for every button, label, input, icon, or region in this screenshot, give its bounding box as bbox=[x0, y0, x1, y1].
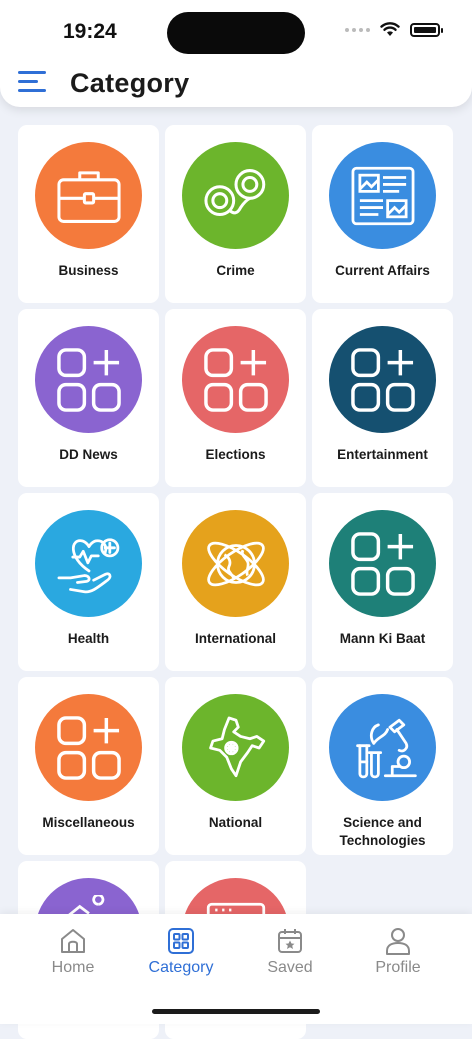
category-grid: Business Crime Current Affairs DD News E… bbox=[18, 125, 454, 1039]
bottom-navigation: Home Category Saved Profile bbox=[0, 914, 472, 1024]
category-label: Entertainment bbox=[337, 447, 428, 462]
status-icons bbox=[345, 22, 443, 37]
category-card-health[interactable]: Health bbox=[18, 493, 159, 671]
category-grid-plus-icon bbox=[203, 347, 268, 412]
heart-in-hand-icon bbox=[57, 537, 119, 593]
category-grid-plus-icon bbox=[56, 347, 121, 412]
category-circle bbox=[182, 142, 289, 249]
category-circle bbox=[182, 326, 289, 433]
category-circle bbox=[329, 694, 436, 801]
category-label: Elections bbox=[205, 447, 266, 462]
category-card-crime[interactable]: Crime bbox=[165, 125, 306, 303]
category-card-miscellaneous[interactable]: Miscellaneous bbox=[18, 677, 159, 855]
category-label: Current Affairs bbox=[335, 263, 430, 278]
wifi-icon bbox=[380, 22, 400, 36]
category-circle bbox=[35, 694, 142, 801]
page-title: Category bbox=[70, 68, 190, 98]
category-label: Crime bbox=[216, 263, 255, 278]
category-card-business[interactable]: Business bbox=[18, 125, 159, 303]
category-card-international[interactable]: International bbox=[165, 493, 306, 671]
category-circle bbox=[35, 510, 142, 617]
home-icon bbox=[61, 929, 85, 953]
category-label: National bbox=[208, 815, 263, 830]
category-card-mann-ki-baat[interactable]: Mann Ki Baat bbox=[312, 493, 453, 671]
category-card-elections[interactable]: Elections bbox=[165, 309, 306, 487]
category-card-science-and-technologies[interactable]: Science and Technologies bbox=[312, 677, 453, 855]
category-label: Science and Technologies bbox=[339, 815, 426, 848]
india-map-icon bbox=[208, 716, 265, 777]
briefcase-icon bbox=[56, 170, 121, 223]
category-label: Business bbox=[58, 263, 119, 278]
category-card-current-affairs[interactable]: Current Affairs bbox=[312, 125, 453, 303]
category-icon bbox=[168, 928, 194, 954]
category-circle bbox=[329, 510, 436, 617]
category-label: Mann Ki Baat bbox=[339, 631, 426, 646]
handcuffs-icon bbox=[203, 168, 265, 216]
nav-home[interactable]: Home bbox=[23, 926, 123, 977]
category-circle bbox=[182, 694, 289, 801]
category-circle bbox=[329, 326, 436, 433]
status-time: 19:24 bbox=[63, 20, 117, 43]
globe-orbit-icon bbox=[206, 541, 265, 586]
newspaper-icon bbox=[351, 166, 414, 225]
home-indicator bbox=[152, 1009, 320, 1014]
category-circle bbox=[329, 142, 436, 249]
category-card-dd-news[interactable]: DD News bbox=[18, 309, 159, 487]
category-grid-plus-icon bbox=[350, 531, 415, 596]
nav-profile[interactable]: Profile bbox=[348, 926, 448, 977]
category-circle bbox=[35, 326, 142, 433]
nav-label: Profile bbox=[375, 959, 421, 976]
category-grid-plus-icon bbox=[350, 347, 415, 412]
nav-category[interactable]: Category bbox=[131, 926, 231, 977]
signal-icon bbox=[345, 27, 370, 32]
category-label: Health bbox=[67, 631, 110, 646]
category-circle bbox=[35, 142, 142, 249]
category-label: DD News bbox=[59, 447, 118, 462]
nav-label: Home bbox=[51, 959, 95, 976]
battery-icon bbox=[410, 22, 443, 37]
category-label: International bbox=[194, 631, 276, 646]
category-grid-plus-icon bbox=[56, 715, 121, 780]
nav-label: Saved bbox=[267, 959, 313, 976]
category-label: Miscellaneous bbox=[42, 815, 135, 830]
dynamic-island bbox=[167, 12, 305, 54]
saved-calendar-star-icon bbox=[278, 929, 302, 953]
hamburger-menu-icon[interactable] bbox=[18, 71, 46, 93]
status-bar: 19:24 bbox=[0, 0, 472, 64]
category-card-national[interactable]: National bbox=[165, 677, 306, 855]
category-circle bbox=[182, 510, 289, 617]
nav-saved[interactable]: Saved bbox=[240, 926, 340, 977]
category-card-entertainment[interactable]: Entertainment bbox=[312, 309, 453, 487]
nav-label: Category bbox=[148, 959, 214, 976]
microscope-icon bbox=[355, 718, 417, 778]
profile-icon bbox=[386, 928, 410, 955]
